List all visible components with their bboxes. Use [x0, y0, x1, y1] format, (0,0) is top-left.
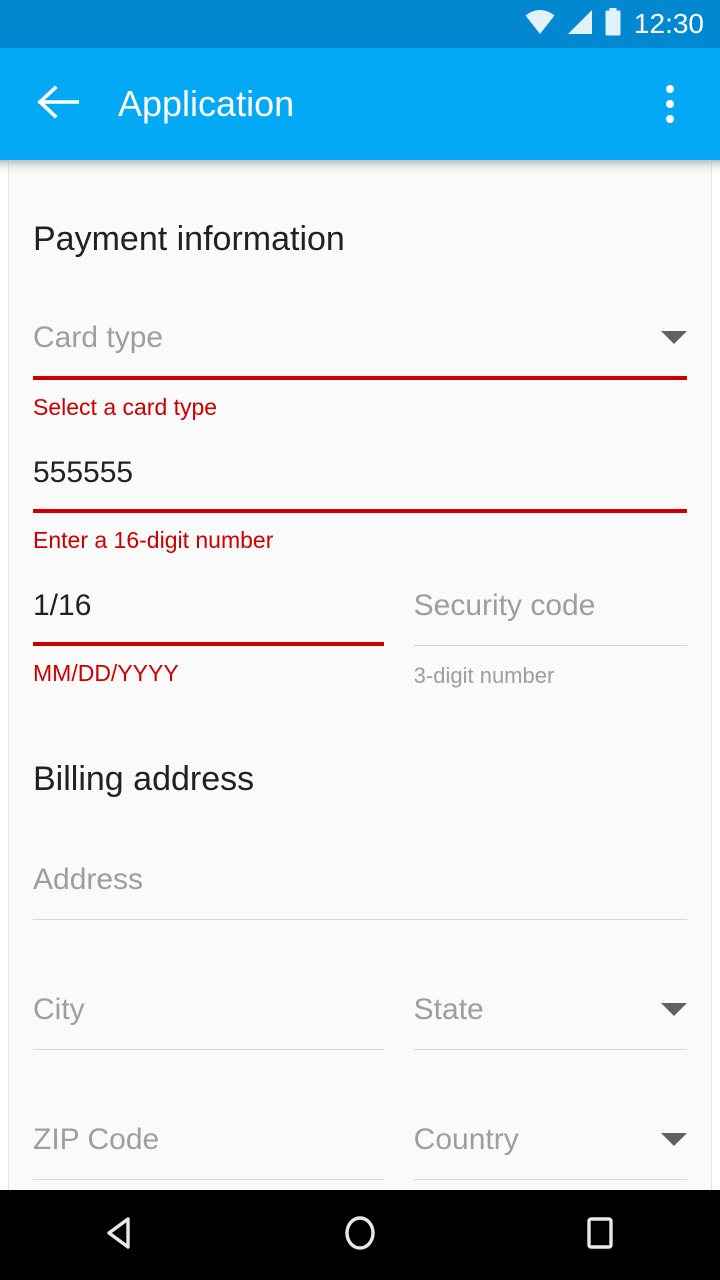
chevron-down-icon[interactable]	[661, 1003, 687, 1016]
expiration-date-error-text: MM/DD/YYYY	[33, 660, 384, 686]
city-underline	[33, 1049, 384, 1050]
address-placeholder: Address	[33, 863, 687, 897]
state-field[interactable]: State	[414, 993, 687, 1050]
city-state-row: City State	[33, 993, 687, 1050]
expiration-date-value: 1/16	[33, 589, 384, 623]
country-placeholder: Country	[414, 1123, 687, 1157]
recents-square-icon	[584, 1215, 616, 1256]
battery-icon	[604, 8, 622, 41]
status-bar-clock: 12:30	[634, 10, 704, 38]
chevron-down-icon[interactable]	[661, 1133, 687, 1146]
zip-country-row: ZIP Code Country	[33, 1123, 687, 1180]
security-code-field[interactable]: Security code 3-digit number	[414, 589, 687, 689]
back-triangle-icon	[103, 1215, 137, 1256]
city-field[interactable]: City	[33, 993, 384, 1050]
zip-code-placeholder: ZIP Code	[33, 1123, 384, 1157]
country-field[interactable]: Country	[414, 1123, 687, 1180]
more-vertical-icon-dot-2	[666, 100, 674, 108]
status-bar: 12:30	[0, 0, 720, 48]
home-circle-icon	[343, 1214, 377, 1257]
card-type-error-text: Select a card type	[33, 394, 687, 420]
card-number-value: 555555	[33, 456, 687, 490]
wifi-icon	[524, 9, 556, 40]
android-navigation-bar	[0, 1190, 720, 1280]
card-number-field[interactable]: 555555 Enter a 16-digit number	[33, 456, 687, 553]
address-underline	[33, 919, 687, 920]
city-placeholder: City	[33, 993, 384, 1027]
security-code-underline	[414, 645, 687, 646]
state-placeholder: State	[414, 993, 687, 1027]
card-type-field[interactable]: Card type Select a card type	[33, 321, 687, 420]
nav-home-button[interactable]	[300, 1190, 420, 1280]
app-bar: Application	[0, 48, 720, 160]
zip-code-field[interactable]: ZIP Code	[33, 1123, 384, 1180]
nav-recents-button[interactable]	[540, 1190, 660, 1280]
card-type-placeholder: Card type	[33, 321, 687, 355]
zip-code-underline	[33, 1179, 384, 1180]
chevron-down-icon[interactable]	[661, 331, 687, 344]
more-vertical-icon-dot-3	[666, 115, 674, 123]
address-field[interactable]: Address	[33, 863, 687, 920]
security-code-helper-text: 3-digit number	[414, 663, 687, 689]
expiration-security-row: 1/16 MM/DD/YYYY Security code 3-digit nu…	[33, 589, 687, 689]
cellular-signal-icon	[566, 9, 594, 40]
card-number-error-text: Enter a 16-digit number	[33, 527, 687, 553]
card-type-underline	[33, 376, 687, 380]
country-underline	[414, 1179, 687, 1180]
card-number-underline	[33, 509, 687, 513]
billing-address-heading: Billing address	[33, 759, 687, 799]
status-bar-icons	[524, 8, 622, 41]
expiration-date-underline	[33, 642, 384, 646]
state-underline	[414, 1049, 687, 1050]
android-screen: 12:30 Application Payment information Ca…	[0, 0, 720, 1280]
more-vertical-icon-dot-1	[666, 85, 674, 93]
arrow-left-icon	[37, 85, 79, 124]
overflow-menu-button[interactable]	[634, 48, 706, 160]
form-scroll-area[interactable]: Payment information Card type Select a c…	[8, 162, 712, 1190]
app-bar-title: Application	[118, 84, 634, 124]
back-button[interactable]	[22, 48, 94, 160]
nav-back-button[interactable]	[60, 1190, 180, 1280]
expiration-date-field[interactable]: 1/16 MM/DD/YYYY	[33, 589, 384, 686]
security-code-placeholder: Security code	[414, 589, 687, 623]
payment-information-heading: Payment information	[33, 219, 687, 259]
